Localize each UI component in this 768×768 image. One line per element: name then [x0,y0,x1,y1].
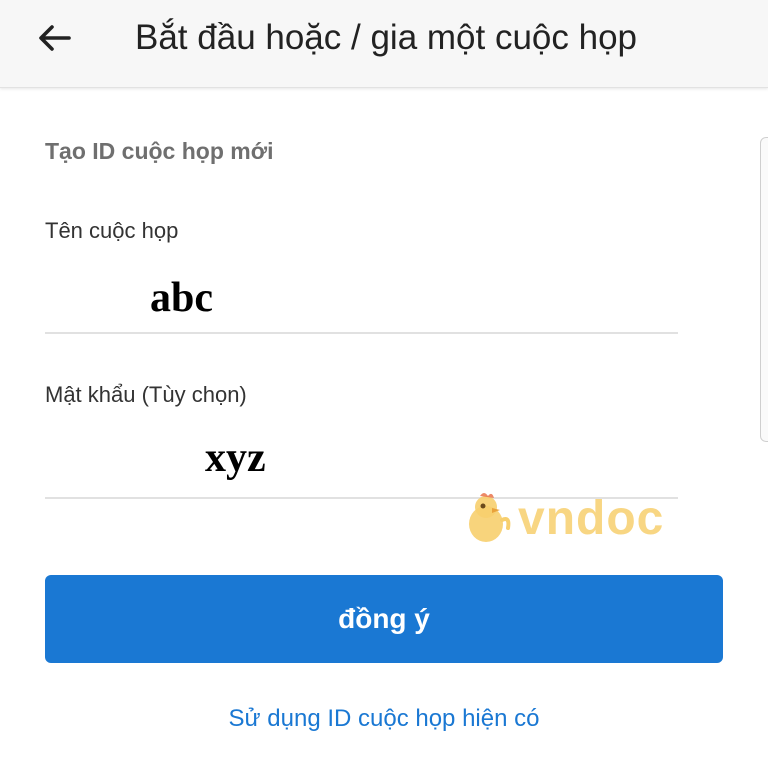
section-title: Tạo ID cuộc họp mới [45,138,274,164]
password-label: Mật khẩu (Tùy chọn) [45,382,247,407]
back-button[interactable] [28,16,80,60]
meeting-name-label: Tên cuộc họp [45,218,179,243]
password-input[interactable] [205,434,505,482]
app-bar: Bắt đầu hoặc / gia một cuộc họp [0,0,768,88]
page-title: Bắt đầu hoặc / gia một cuộc họp [135,18,637,57]
watermark: vndoc [462,490,664,546]
meeting-name-input[interactable] [150,274,450,322]
confirm-button[interactable]: đồng ý [45,575,723,663]
arrow-left-icon [39,25,71,51]
side-panel-edge [760,137,768,442]
meeting-name-underline [45,332,678,334]
watermark-text: vndoc [518,491,665,545]
use-existing-meeting-id-link[interactable]: Sử dụng ID cuộc họp hiện có [0,705,768,733]
chicken-mascot-icon [469,493,511,542]
